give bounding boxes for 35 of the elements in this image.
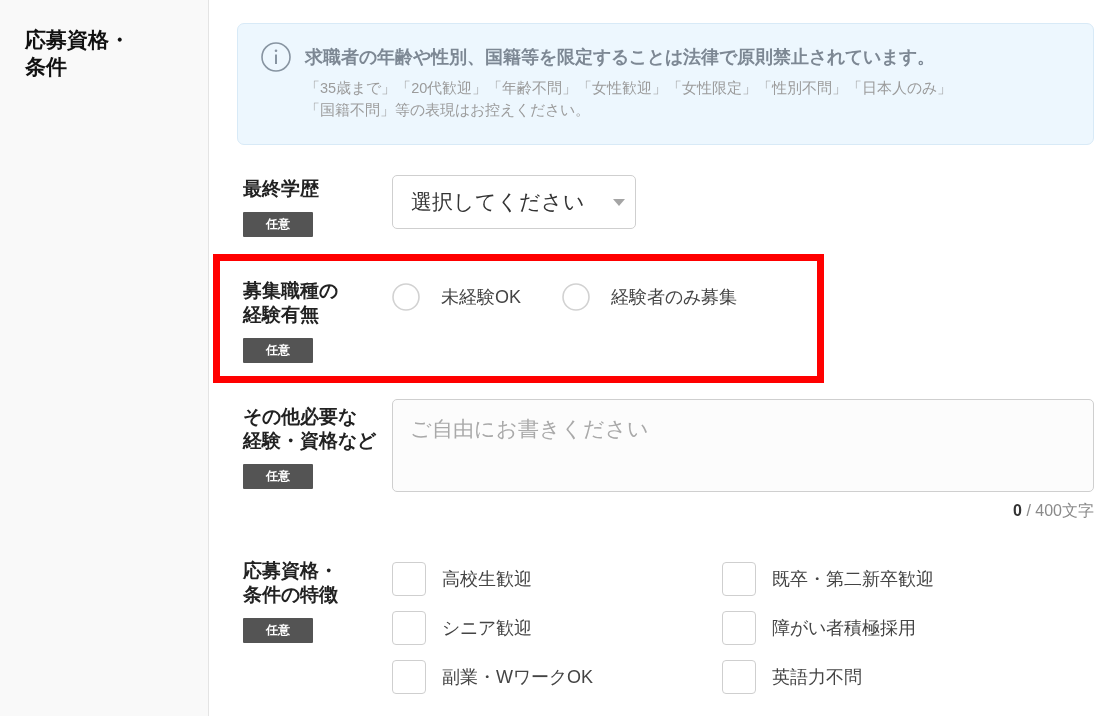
checkbox-label[interactable]: シニア歓迎 [442,615,532,641]
select-field[interactable]: 選択してください [392,175,636,229]
radio-label[interactable]: 経験者のみ募集 [611,283,737,311]
checkbox[interactable] [722,562,756,596]
field-label: 条件の特徴 [243,583,338,607]
optional-badge: 任意 [243,464,313,489]
caret-icon [613,198,625,206]
field-label: 応募資格・ [243,559,338,583]
checkbox-label[interactable]: 高校生歓迎 [442,566,532,592]
radio-button[interactable] [392,283,420,311]
field-label: 最終学歴 [243,177,319,201]
field-label: 募集職種の [243,279,338,303]
checkbox-label[interactable]: 障がい者積極採用 [772,615,916,641]
checkbox[interactable] [722,611,756,645]
checkbox-label[interactable]: 英語力不問 [772,664,862,690]
radio-label[interactable]: 未経験OK [441,283,521,311]
optional-badge: 任意 [243,618,313,643]
checkbox[interactable] [722,660,756,694]
section-title: 応募資格・条件 [25,27,131,80]
character-counter: 0 / 400文字 [1013,501,1094,521]
checkbox[interactable] [392,611,426,645]
checkbox-label[interactable]: 既卒・第二新卒歓迎 [772,566,934,592]
optional-badge: 任意 [243,338,313,363]
checkbox[interactable] [392,660,426,694]
optional-badge: 任意 [243,212,313,237]
field-label: 経験・資格など [243,429,376,453]
checkbox[interactable] [392,562,426,596]
info-icon [261,42,291,72]
field-label: その他必要な [243,405,357,429]
notice-text: 「35歳まで」「20代歓迎」「年齢不問」「女性歓迎」「女性限定」「性別不問」「日本人のみ」「国籍不問」等の表現はお控えください。 [305,79,954,120]
radio-button[interactable] [562,283,590,311]
checkbox-label[interactable]: 副業・WワークOK [442,664,593,690]
field-label: 経験有無 [243,303,319,327]
text-area[interactable]: ご自由にお書きください [392,399,1094,492]
notice-heading: 求職者の年齢や性別、国籍等を限定することは法律で原則禁止されています。 [305,46,936,69]
